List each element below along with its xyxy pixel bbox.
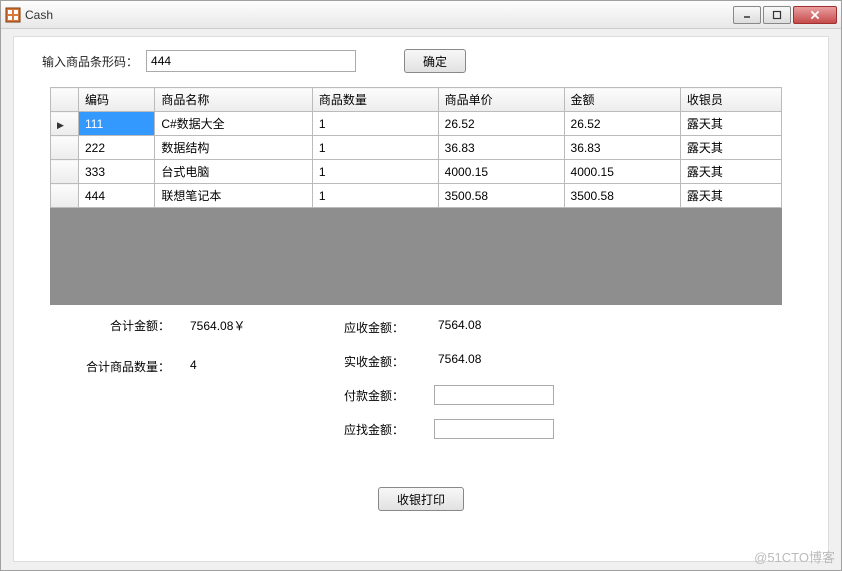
row-indicator-icon: [51, 112, 79, 136]
col-name[interactable]: 商品名称: [155, 88, 312, 112]
cell-qty[interactable]: 1: [312, 112, 438, 136]
cell-cashier[interactable]: 露天其: [680, 112, 781, 136]
cell-amount[interactable]: 4000.15: [564, 160, 680, 184]
cell-name[interactable]: C#数据大全: [155, 112, 312, 136]
cell-name[interactable]: 联想笔记本: [155, 184, 312, 208]
col-price[interactable]: 商品单价: [438, 88, 564, 112]
total-amount-label: 合计金额：: [70, 317, 170, 334]
cell-price[interactable]: 26.52: [438, 112, 564, 136]
cell-code[interactable]: 222: [79, 136, 155, 160]
close-button[interactable]: [793, 6, 837, 24]
col-qty[interactable]: 商品数量: [312, 88, 438, 112]
row-indicator: [51, 136, 79, 160]
col-code[interactable]: 编码: [79, 88, 155, 112]
cell-cashier[interactable]: 露天其: [680, 184, 781, 208]
table-row[interactable]: 222 数据结构 1 36.83 36.83 露天其: [51, 136, 782, 160]
watermark: @51CTO博客: [754, 547, 835, 566]
barcode-input[interactable]: [146, 50, 356, 72]
total-qty-label: 合计商品数量：: [70, 358, 170, 375]
items-grid[interactable]: 编码 商品名称 商品数量 商品单价 金额 收银员 111 C#数据大全 1 2: [50, 87, 782, 305]
total-qty-value: 4: [190, 358, 197, 375]
cell-amount[interactable]: 36.83: [564, 136, 680, 160]
summary-left: 合计金额： 7564.08￥ 合计商品数量： 4: [34, 317, 344, 453]
cell-price[interactable]: 3500.58: [438, 184, 564, 208]
cell-amount[interactable]: 26.52: [564, 112, 680, 136]
print-button[interactable]: 收银打印: [378, 487, 464, 511]
cell-code[interactable]: 333: [79, 160, 155, 184]
window-title: Cash: [25, 8, 733, 22]
cell-code[interactable]: 111: [79, 112, 155, 136]
col-cashier[interactable]: 收银员: [680, 88, 781, 112]
cell-qty[interactable]: 1: [312, 160, 438, 184]
cell-qty[interactable]: 1: [312, 136, 438, 160]
cell-name[interactable]: 数据结构: [155, 136, 312, 160]
payment-label: 付款金额：: [344, 387, 434, 404]
cell-name[interactable]: 台式电脑: [155, 160, 312, 184]
cell-price[interactable]: 4000.15: [438, 160, 564, 184]
maximize-button[interactable]: [763, 6, 791, 24]
summary-section: 合计金额： 7564.08￥ 合计商品数量： 4 应收金额： 7564.08 实…: [34, 317, 808, 453]
received-value: 7564.08: [434, 351, 554, 371]
cell-qty[interactable]: 1: [312, 184, 438, 208]
grid-header-row: 编码 商品名称 商品数量 商品单价 金额 收银员: [51, 88, 782, 112]
content-panel: 输入商品条形码： 确定 编码 商品名称 商品数量 商品单价 金额 收银员: [13, 36, 829, 562]
col-amount[interactable]: 金额: [564, 88, 680, 112]
cell-price[interactable]: 36.83: [438, 136, 564, 160]
barcode-label: 输入商品条形码：: [42, 53, 138, 70]
change-input[interactable]: [434, 419, 554, 439]
app-icon: [5, 7, 21, 23]
minimize-button[interactable]: [733, 6, 761, 24]
cash-window: Cash 输入商品条形码： 确定 编码 商品名称 商品数量 商品单价: [0, 0, 842, 571]
barcode-row: 输入商品条形码： 确定: [42, 49, 808, 73]
cell-amount[interactable]: 3500.58: [564, 184, 680, 208]
row-header-blank: [51, 88, 79, 112]
confirm-button[interactable]: 确定: [404, 49, 466, 73]
titlebar: Cash: [1, 1, 841, 29]
payment-input[interactable]: [434, 385, 554, 405]
change-label: 应找金额：: [344, 421, 434, 438]
receivable-value: 7564.08: [434, 317, 554, 337]
received-label: 实收金额：: [344, 353, 434, 370]
print-row: 收银打印: [34, 487, 808, 511]
table-row[interactable]: 333 台式电脑 1 4000.15 4000.15 露天其: [51, 160, 782, 184]
receivable-label: 应收金额：: [344, 319, 434, 336]
cell-cashier[interactable]: 露天其: [680, 160, 781, 184]
cell-cashier[interactable]: 露天其: [680, 136, 781, 160]
table-row[interactable]: 111 C#数据大全 1 26.52 26.52 露天其: [51, 112, 782, 136]
row-indicator: [51, 160, 79, 184]
summary-right: 应收金额： 7564.08 实收金额： 7564.08 付款金额： 应找金额：: [344, 317, 808, 453]
window-controls: [733, 6, 837, 24]
total-amount-value: 7564.08￥: [190, 317, 245, 334]
table-row[interactable]: 444 联想笔记本 1 3500.58 3500.58 露天其: [51, 184, 782, 208]
row-indicator: [51, 184, 79, 208]
cell-code[interactable]: 444: [79, 184, 155, 208]
